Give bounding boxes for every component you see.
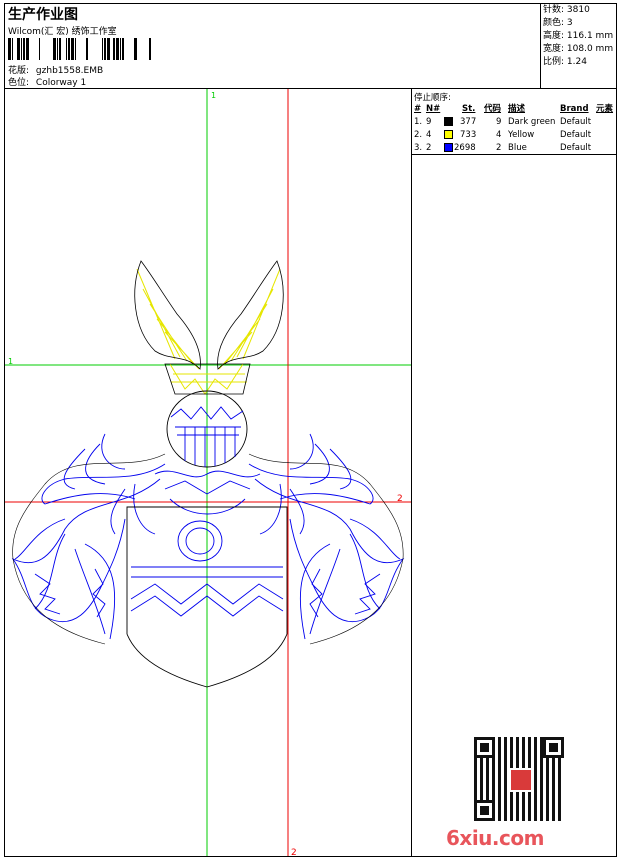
stamp-seal [509,768,533,792]
stat-height: 高度: 116.1 mm [543,31,614,41]
barcode [8,38,151,60]
guide-label-red-v: 2 [291,848,297,856]
guide-label-green-v: 1 [211,91,216,100]
color-swatch [444,117,453,126]
stat-scale: 比例: 1.24 [543,57,587,67]
legend-row: 3. 2 2698 2 Blue Default [414,143,592,153]
page-title: 生产作业图 [8,7,78,23]
mantling-left [11,433,166,640]
stat-width: 宽度: 108.0 mm [543,44,614,54]
design-stats: 针数: 3810 颜色: 3 高度: 116.1 mm 宽度: 108.0 mm… [540,4,616,89]
studio-name: Wilcom(汇 宏) 绣饰工作室 [8,27,117,37]
stat-stitches: 针数: 3810 [543,5,590,15]
colorway-label: 色位: [8,78,30,88]
embroidery-preview: 1 1 2 2 [5,89,411,856]
legend-title: 停止顺序: [414,93,451,103]
legend-row: 2. 4 733 4 Yellow Default [414,130,592,140]
worksheet-header: 生产作业图 Wilcom(汇 宏) 绣饰工作室 花版: gzhb1558.EMB… [5,4,616,89]
legend-header-row: # N# St. 代码 描述 Brand 元素 [414,104,614,114]
guide-label-red-h: 2 [397,494,403,504]
legend-table: 停止顺序: # N# St. 代码 描述 Brand 元素 1. 9 377 9… [412,89,616,155]
colorway-row: 色位: Colorway 1 [8,75,86,88]
mantling-outline [12,453,404,645]
mantling-right [248,433,405,640]
stat-colors: 颜色: 3 [543,18,573,28]
color-swatch [444,143,453,152]
watermark-text: 6xiu.com [446,826,544,850]
guide-label-green-h: 1 [8,357,13,366]
colorway-value: Colorway 1 [35,78,87,88]
color-swatch [444,130,453,139]
qr-code [474,737,564,821]
legend-row: 1. 9 377 9 Dark green Default [414,117,592,127]
worksheet: 生产作业图 Wilcom(汇 宏) 绣饰工作室 花版: gzhb1558.EMB… [4,3,617,857]
